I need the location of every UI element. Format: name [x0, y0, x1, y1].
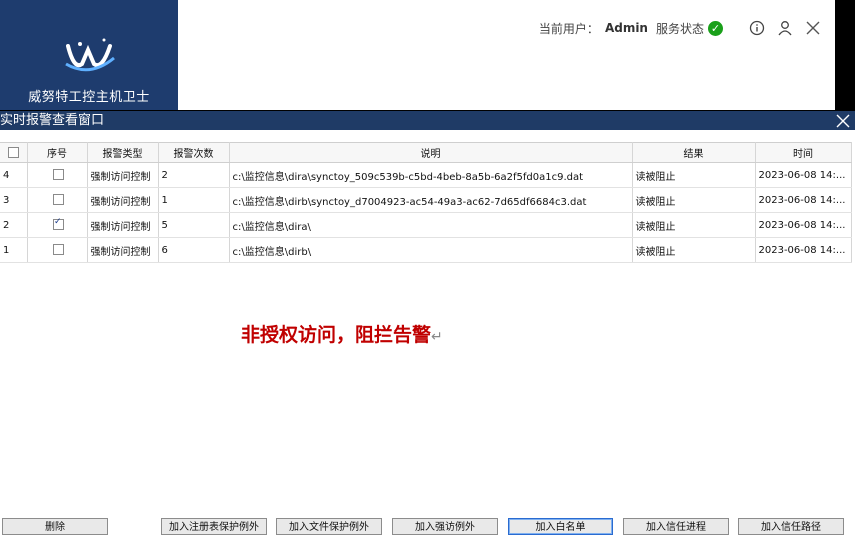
return-mark-icon: ↵ [431, 329, 443, 345]
column-header-type[interactable]: 报警类型 [87, 142, 159, 163]
row-index: 2 [0, 212, 28, 238]
add-file-exception-button[interactable]: 加入文件保护例外 [276, 518, 382, 535]
alert-result: 读被阻止 [632, 237, 756, 263]
row-checkbox-cell[interactable] [27, 162, 88, 188]
alert-description: c:\监控信息\dira\synctoy_509c539b-c5bd-4beb-… [229, 162, 633, 188]
delete-button[interactable]: 删除 [2, 518, 108, 535]
annotation-label: 非授权访问，阻拦告警 [241, 324, 432, 346]
alert-time: 2023-06-08 14:... [755, 212, 852, 238]
row-index: 3 [0, 187, 28, 213]
close-icon[interactable] [803, 18, 823, 38]
alert-type: 强制访问控制 [87, 187, 159, 213]
column-header-result[interactable]: 结果 [632, 142, 756, 163]
alert-time: 2023-06-08 14:... [755, 237, 852, 263]
table-header-row: 序号 报警类型 报警次数 说明 结果 时间 [0, 142, 852, 163]
alert-result: 读被阻止 [632, 162, 756, 188]
table-row[interactable]: 1 强制访问控制 6 c:\监控信息\dirb\ 读被阻止 2023-06-08… [0, 237, 852, 263]
row-index: 1 [0, 237, 28, 263]
alert-count: 6 [158, 237, 230, 263]
window-titlebar[interactable]: 实时报警查看窗口 [0, 111, 855, 130]
add-whitelist-button[interactable]: 加入白名单 [508, 518, 613, 535]
row-checkbox-checked[interactable] [53, 217, 64, 231]
row-checkbox-cell[interactable] [27, 187, 88, 213]
column-header-index[interactable]: 序号 [27, 142, 88, 163]
alert-result: 读被阻止 [632, 187, 756, 213]
app-name: 威努特工控主机卫士 [28, 90, 150, 105]
column-header-description[interactable]: 说明 [229, 142, 633, 163]
alert-type: 强制访问控制 [87, 162, 159, 188]
alert-count: 5 [158, 212, 230, 238]
select-all-checkbox[interactable] [7, 146, 19, 158]
row-checkbox-cell[interactable] [27, 237, 88, 263]
user-icon[interactable] [775, 18, 795, 38]
info-icon[interactable] [747, 18, 767, 38]
alert-window: 实时报警查看窗口 序号 报警类型 报警次数 说明 结果 时间 4 强制访问控制 … [0, 111, 855, 539]
logo-icon [65, 38, 115, 72]
row-checkbox[interactable] [53, 169, 64, 181]
logo-panel: 威努特工控主机卫士 [0, 0, 178, 110]
alert-type: 强制访问控制 [87, 237, 159, 263]
alert-time: 2023-06-08 14:... [755, 187, 852, 213]
add-mac-exception-button[interactable]: 加入强访例外 [392, 518, 498, 535]
alert-time: 2023-06-08 14:... [755, 162, 852, 188]
row-checkbox[interactable] [53, 244, 64, 256]
add-trusted-path-button[interactable]: 加入信任路径 [738, 518, 844, 535]
status-ok-icon: ✓ [708, 20, 723, 36]
header-status-bar: 当前用户： Admin 服务状态 ✓ [539, 17, 823, 39]
window-close-icon[interactable] [834, 111, 852, 130]
table-row[interactable]: 2 强制访问控制 5 c:\监控信息\dira\ 读被阻止 2023-06-08… [0, 212, 852, 238]
current-user-label: 当前用户： [538, 21, 599, 36]
row-checkbox-cell[interactable] [27, 212, 88, 238]
alert-count: 2 [158, 162, 230, 188]
add-trusted-process-button[interactable]: 加入信任进程 [623, 518, 729, 535]
alert-table: 序号 报警类型 报警次数 说明 结果 时间 4 强制访问控制 2 c:\监控信息… [0, 142, 852, 263]
annotation-text: 非授权访问，阻拦告警↵ [241, 320, 443, 347]
current-user-name: Admin [604, 21, 648, 35]
alert-result: 读被阻止 [632, 212, 756, 238]
select-all-header[interactable] [0, 142, 28, 163]
column-header-count[interactable]: 报警次数 [158, 142, 230, 163]
service-status-label: 服务状态 [655, 21, 704, 36]
table-row[interactable]: 3 强制访问控制 1 c:\监控信息\dirb\synctoy_d7004923… [0, 187, 852, 213]
alert-description: c:\监控信息\dirb\ [229, 237, 633, 263]
window-title: 实时报警查看窗口 [0, 113, 105, 128]
table-row[interactable]: 4 强制访问控制 2 c:\监控信息\dira\synctoy_509c539b… [0, 162, 852, 188]
add-registry-exception-button[interactable]: 加入注册表保护例外 [161, 518, 267, 535]
row-checkbox[interactable] [53, 194, 64, 206]
app-header: 威努特工控主机卫士 当前用户： Admin 服务状态 ✓ [0, 0, 835, 110]
alert-description: c:\监控信息\dirb\synctoy_d7004923-ac54-49a3-… [229, 187, 633, 213]
alert-type: 强制访问控制 [87, 212, 159, 238]
alert-count: 1 [158, 187, 230, 213]
row-index: 4 [0, 162, 28, 188]
column-header-time[interactable]: 时间 [755, 142, 852, 163]
alert-description: c:\监控信息\dira\ [229, 212, 633, 238]
